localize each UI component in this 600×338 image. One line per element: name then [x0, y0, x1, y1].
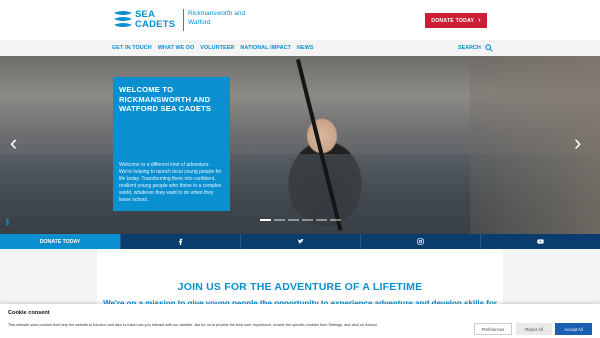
donate-today-label: DONATE TODAY [431, 17, 475, 24]
instagram-icon [417, 238, 424, 245]
youtube-icon [537, 239, 544, 244]
carousel-next-icon[interactable]: › [574, 132, 581, 154]
carousel-pause-icon[interactable]: || [6, 219, 9, 226]
facebook-link[interactable] [120, 234, 240, 249]
nav-what-we-do[interactable]: WHAT WE DO [158, 45, 195, 51]
nav-get-in-touch[interactable]: GET IN TOUCH [112, 45, 152, 51]
social-donate-button[interactable]: DONATE TODAY [0, 234, 120, 249]
sea-cadets-logo[interactable]: SEA CADETS [112, 9, 175, 31]
search-label: SEARCH [458, 45, 481, 51]
carousel-dot[interactable] [316, 219, 327, 221]
cookie-reject-all-button[interactable]: Reject All [516, 323, 552, 335]
sea-cadets-logo-icon [114, 11, 132, 27]
nav-news[interactable]: NEWS [297, 45, 314, 51]
donate-today-button[interactable]: DONATE TODAY › [425, 13, 487, 28]
twitter-icon [297, 238, 304, 244]
hero-carousel: WELCOME TO RICKMANSWORTH AND WATFORD SEA… [0, 56, 600, 234]
logo-text: SEA CADETS [135, 10, 175, 29]
twitter-link[interactable] [240, 234, 360, 249]
carousel-dot[interactable] [288, 219, 299, 221]
hero-text-panel: WELCOME TO RICKMANSWORTH AND WATFORD SEA… [113, 77, 230, 211]
search-button[interactable]: SEARCH [458, 40, 493, 56]
hero-title: WELCOME TO RICKMANSWORTH AND WATFORD SEA… [119, 85, 212, 113]
youtube-link[interactable] [480, 234, 600, 249]
section-heading: JOIN US FOR THE ADVENTURE OF A LIFETIME [177, 281, 423, 293]
cookie-preferences-button[interactable]: Preferences [474, 323, 512, 335]
search-icon [485, 44, 493, 52]
unit-divider [183, 9, 184, 31]
cookie-accept-all-button[interactable]: Accept All [555, 323, 592, 335]
instagram-link[interactable] [360, 234, 480, 249]
site-header: SEA CADETS Rickmansworth and Watford DON… [0, 0, 600, 40]
cookie-title: Cookie consent [8, 310, 50, 316]
cookie-consent-banner: Cookie consent This website uses cookies… [0, 304, 600, 338]
carousel-indicators [260, 219, 344, 221]
carousel-dot[interactable] [302, 219, 313, 221]
chevron-right-icon: › [478, 17, 481, 24]
carousel-dot[interactable] [274, 219, 285, 221]
carousel-dot[interactable] [260, 219, 271, 221]
unit-name: Rickmansworth and Watford [188, 10, 246, 26]
cookie-text: This website uses cookies that help the … [8, 323, 378, 327]
main-navigation: GET IN TOUCH WHAT WE DO VOLUNTEER NATION… [0, 40, 600, 57]
carousel-dot[interactable] [330, 219, 341, 221]
hero-body: Welcome to a different kind of adventure… [119, 162, 222, 203]
carousel-prev-icon[interactable]: ‹ [10, 132, 17, 154]
nav-volunteer[interactable]: VOLUNTEER [200, 45, 234, 51]
logo-line-2: CADETS [135, 18, 176, 30]
nav-national-impact[interactable]: NATIONAL IMPACT [240, 45, 291, 51]
social-bar: DONATE TODAY [0, 234, 600, 249]
facebook-icon [179, 238, 183, 245]
